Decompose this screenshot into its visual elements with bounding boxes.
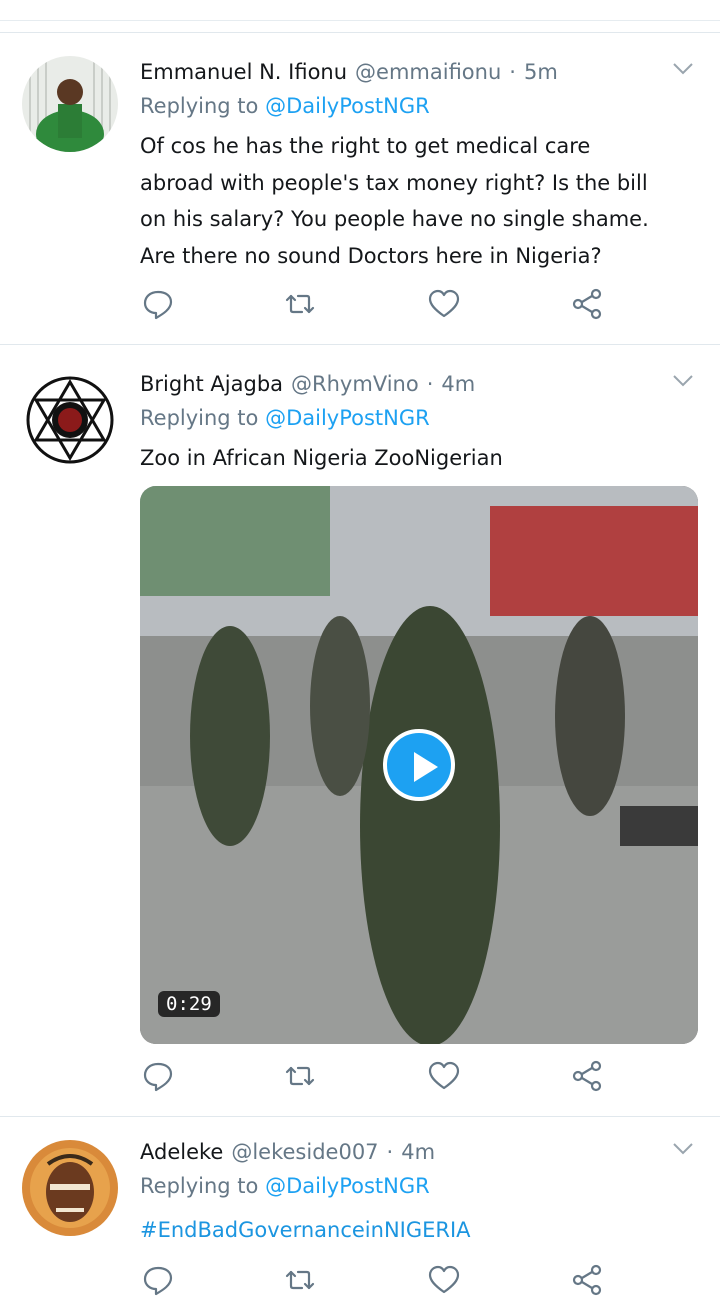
play-icon[interactable] <box>383 729 455 801</box>
video-player[interactable]: 0:29 <box>140 486 698 1044</box>
author-name[interactable]: Emmanuel N. Ifionu <box>140 60 347 84</box>
like-button[interactable] <box>428 288 464 324</box>
tweet-actions <box>140 288 610 328</box>
separator-dot: · <box>386 1140 394 1164</box>
share-button[interactable] <box>572 1264 608 1300</box>
reply-icon <box>143 1266 173 1296</box>
replying-label: Replying to <box>140 1174 259 1198</box>
reply-icon <box>143 1062 173 1092</box>
share-icon <box>572 1060 602 1092</box>
retweet-icon <box>285 1270 315 1290</box>
tweet-header: Bright Ajagba @RhymVino · 4m <box>140 366 475 402</box>
retweet-icon <box>285 1066 315 1086</box>
replying-to: Replying to @DailyPostNGR <box>140 1174 430 1198</box>
chevron-down-icon[interactable] <box>672 374 694 388</box>
top-divider <box>0 20 720 21</box>
tweet-header: Adeleke @lekeside007 · 4m <box>140 1134 435 1170</box>
tweet-text: Zoo in African Nigeria ZooNigerian <box>140 440 700 477</box>
retweet-button[interactable] <box>284 1264 320 1300</box>
author-name[interactable]: Adeleke <box>140 1140 223 1164</box>
reply-button[interactable] <box>142 288 178 324</box>
chevron-down-icon[interactable] <box>672 62 694 76</box>
replying-to: Replying to @DailyPostNGR <box>140 406 430 430</box>
video-duration: 0:29 <box>158 991 220 1017</box>
tweet-divider <box>0 344 720 345</box>
separator-dot: · <box>426 372 434 396</box>
retweet-icon <box>285 294 315 314</box>
tweet-text-line: Are there no sound Doctors here in Niger… <box>140 243 602 268</box>
reply-mention[interactable]: @DailyPostNGR <box>265 406 430 430</box>
share-button[interactable] <box>572 1060 608 1096</box>
share-icon <box>572 1264 602 1296</box>
tweet-time[interactable]: 4m <box>441 372 475 396</box>
avatar[interactable] <box>22 1140 118 1236</box>
tweet-text-line: Of cos he has the right to get medical c… <box>140 134 591 158</box>
tweet-time[interactable]: 5m <box>524 60 558 84</box>
tweet-header: Emmanuel N. Ifionu @emmaifionu · 5m <box>140 54 558 90</box>
reply-mention[interactable]: @DailyPostNGR <box>265 1174 430 1198</box>
author-name[interactable]: Bright Ajagba <box>140 372 283 396</box>
separator-dot: · <box>509 60 516 84</box>
author-handle[interactable]: @RhymVino <box>291 372 419 396</box>
tweet-text: #EndBadGovernanceinNIGERIA <box>140 1212 700 1249</box>
chevron-down-icon[interactable] <box>672 1142 694 1156</box>
replying-label: Replying to <box>140 94 259 118</box>
retweet-button[interactable] <box>284 288 320 324</box>
like-icon <box>428 289 460 318</box>
reply-button[interactable] <box>142 1060 178 1096</box>
reply-icon <box>143 290 173 320</box>
share-button[interactable] <box>572 288 608 324</box>
reply-mention[interactable]: @DailyPostNGR <box>265 94 430 118</box>
author-handle[interactable]: @emmaifionu <box>355 60 501 84</box>
tweet-actions <box>140 1264 610 1304</box>
replying-label: Replying to <box>140 406 259 430</box>
like-icon <box>428 1061 460 1090</box>
avatar[interactable] <box>22 372 118 468</box>
hashtag-link[interactable]: #EndBadGovernanceinNIGERIA <box>140 1212 700 1249</box>
like-button[interactable] <box>428 1060 464 1096</box>
replying-to: Replying to @DailyPostNGR <box>140 94 430 118</box>
tweet-text-line: on his salary? You people have no single… <box>140 207 649 231</box>
tweet-divider <box>0 1116 720 1117</box>
reply-button[interactable] <box>142 1264 178 1300</box>
tweet-text: Of cos he has the right to get medical c… <box>140 128 700 274</box>
avatar[interactable] <box>22 56 118 152</box>
tweet-actions <box>140 1060 610 1100</box>
tweet-divider <box>0 32 720 33</box>
retweet-button[interactable] <box>284 1060 320 1096</box>
like-icon <box>428 1265 460 1294</box>
author-handle[interactable]: @lekeside007 <box>231 1140 378 1164</box>
tweet-time[interactable]: 4m <box>401 1140 435 1164</box>
share-icon <box>572 288 602 320</box>
tweet-text-line: Zoo in African Nigeria ZooNigerian <box>140 446 503 470</box>
tweet-text-line: abroad with people's tax money right? Is… <box>140 170 648 195</box>
like-button[interactable] <box>428 1264 464 1300</box>
